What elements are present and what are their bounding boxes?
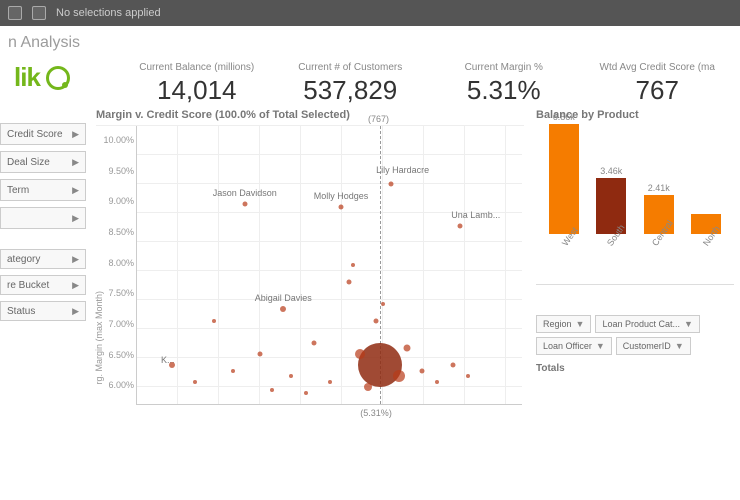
- dropdown-loan-product[interactable]: Loan Product Cat...▼: [595, 315, 699, 333]
- data-point[interactable]: [289, 374, 293, 378]
- data-point[interactable]: [304, 391, 308, 395]
- filter-status[interactable]: Status▶: [0, 301, 86, 321]
- data-point[interactable]: [328, 380, 332, 384]
- filter-bucket[interactable]: re Bucket▶: [0, 275, 86, 295]
- bar-item[interactable]: 2.41k Central: [640, 183, 678, 264]
- data-point[interactable]: [270, 388, 274, 392]
- filter-blank[interactable]: ▶: [0, 207, 86, 229]
- data-point[interactable]: [231, 369, 235, 373]
- kpi-value: 767: [581, 75, 735, 106]
- kpi-balance: Current Balance (millions) 14,014: [120, 62, 274, 106]
- kpi-row: Current Balance (millions) 14,014 Curren…: [120, 62, 734, 106]
- data-point[interactable]: [193, 380, 197, 384]
- kpi-value: 5.31%: [427, 75, 581, 106]
- data-point[interactable]: [435, 380, 439, 384]
- filter-term[interactable]: Term▶: [0, 179, 86, 201]
- kpi-label: Current # of Customers: [274, 62, 428, 73]
- point-label: Molly Hodges: [314, 191, 369, 201]
- chevron-right-icon: ▶: [72, 157, 79, 168]
- chevron-right-icon: ▶: [72, 306, 79, 317]
- logo-text: lik: [14, 62, 40, 93]
- chevron-right-icon: ▶: [72, 185, 79, 196]
- data-point[interactable]: [450, 363, 455, 368]
- kpi-customers: Current # of Customers 537,829: [274, 62, 428, 106]
- kpi-credit: Wtd Avg Credit Score (ma 767: [581, 62, 735, 106]
- data-point[interactable]: [212, 319, 216, 323]
- dropdown-customer[interactable]: CustomerID▼: [616, 337, 691, 355]
- chevron-right-icon: ▶: [72, 129, 79, 140]
- data-point[interactable]: [403, 345, 410, 352]
- data-point[interactable]: [280, 306, 286, 312]
- data-point[interactable]: [351, 263, 355, 267]
- scatter-plot-area[interactable]: (767) (5.31%) Jason Davidson Molly Hodge…: [136, 126, 522, 405]
- filter-category[interactable]: ategory▶: [0, 249, 86, 269]
- data-point[interactable]: [339, 204, 344, 209]
- kpi-label: Wtd Avg Credit Score (ma: [581, 62, 735, 73]
- data-point[interactable]: [393, 370, 405, 382]
- bar-value: 3.46k: [600, 166, 622, 176]
- kpi-value: 537,829: [274, 75, 428, 106]
- point-label: Una Lamb...: [451, 210, 500, 220]
- bar-item[interactable]: 6.86k West: [545, 112, 583, 264]
- data-point[interactable]: [312, 340, 317, 345]
- data-point[interactable]: [346, 279, 351, 284]
- data-point[interactable]: [458, 224, 463, 229]
- back-icon[interactable]: [8, 6, 22, 20]
- kpi-label: Current Margin %: [427, 62, 581, 73]
- dropdown-loan-officer[interactable]: Loan Officer▼: [536, 337, 612, 355]
- kpi-label: Current Balance (millions): [120, 62, 274, 73]
- bar-value: 2.41k: [648, 183, 670, 193]
- chevron-down-icon: ▼: [596, 341, 605, 351]
- chevron-down-icon: ▼: [576, 319, 585, 329]
- chevron-down-icon: ▼: [684, 319, 693, 329]
- bar[interactable]: [549, 124, 579, 234]
- bar-value: 6.86k: [553, 112, 575, 122]
- y-axis: 10.00% 9.50% 9.00% 8.50% 8.00% 7.50% 7.0…: [96, 126, 136, 405]
- chevron-right-icon: ▶: [72, 254, 79, 265]
- filter-credit-score[interactable]: Credit Score▶: [0, 123, 86, 145]
- bar-chart[interactable]: 6.86k West 3.46k South 2.41k Central: [536, 125, 734, 285]
- forward-icon[interactable]: [32, 6, 46, 20]
- data-point[interactable]: [381, 302, 385, 306]
- bar-item[interactable]: 3.46k South: [592, 166, 630, 264]
- data-point[interactable]: [419, 368, 424, 373]
- chevron-right-icon: ▶: [72, 280, 79, 291]
- selections-text: No selections applied: [56, 7, 161, 19]
- data-point[interactable]: [355, 349, 365, 359]
- chevron-down-icon: ▼: [675, 341, 684, 351]
- data-point[interactable]: [242, 201, 247, 206]
- scatter-panel: Margin v. Credit Score (100.0% of Total …: [90, 105, 530, 425]
- totals-label: Totals: [536, 363, 734, 374]
- kpi-value: 14,014: [120, 75, 274, 106]
- x-reference-label: (767): [368, 114, 389, 124]
- filter-deal-size[interactable]: Deal Size▶: [0, 151, 86, 173]
- logo-mark-icon: [46, 66, 70, 90]
- dropdown-region[interactable]: Region▼: [536, 315, 591, 333]
- dimension-dropdowns: Region▼ Loan Product Cat...▼ Loan Office…: [536, 315, 734, 355]
- kpi-margin: Current Margin % 5.31%: [427, 62, 581, 106]
- scatter-chart[interactable]: rg. Margin (max Month) 10.00% 9.50% 9.00…: [96, 125, 524, 425]
- point-label: Lily Hardacre: [376, 165, 429, 175]
- scatter-title: Margin v. Credit Score (100.0% of Total …: [96, 109, 524, 121]
- data-point[interactable]: [364, 383, 372, 391]
- data-point[interactable]: [169, 362, 175, 368]
- point-label: Jason Davidson: [213, 188, 277, 198]
- point-label: Abigail Davies: [255, 293, 312, 303]
- data-point[interactable]: [373, 318, 378, 323]
- bar-item[interactable]: North: [687, 212, 725, 264]
- page-title: n Analysis: [0, 26, 740, 56]
- data-point[interactable]: [466, 374, 470, 378]
- chevron-right-icon: ▶: [72, 213, 79, 224]
- y-reference-label: (5.31%): [360, 408, 392, 418]
- data-point[interactable]: [258, 351, 263, 356]
- selection-bar: No selections applied: [0, 0, 740, 26]
- filter-sidebar: Credit Score▶ Deal Size▶ Term▶ ▶ ategory…: [0, 105, 90, 425]
- right-column: Balance by Product 6.86k West 3.46k Sout…: [530, 105, 740, 425]
- data-point[interactable]: [389, 182, 394, 187]
